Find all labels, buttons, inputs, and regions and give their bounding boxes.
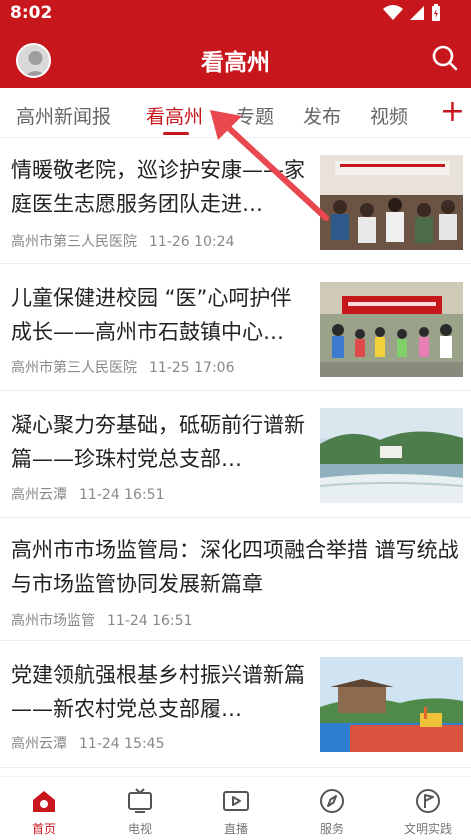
nav-tv[interactable]: 电视 — [110, 787, 170, 837]
news-title: 凝心聚力夯基础，砥砺前行谱新篇——珍珠村党总支部… — [11, 413, 305, 471]
compass-icon — [320, 789, 344, 813]
news-item[interactable]: 党建领航强根基乡村振兴谱新篇——新农村党总支部履… 高州云潭 11-24 15:4… — [0, 642, 471, 768]
nav-home-label: 首页 — [31, 822, 56, 836]
nav-live[interactable]: 直播 — [206, 787, 266, 837]
tab-release[interactable]: 发布 — [303, 102, 341, 129]
news-meta: 高州云潭 11-24 16:51 — [11, 484, 164, 504]
flag-icon — [416, 789, 440, 813]
news-thumbnail — [320, 282, 463, 377]
nav-civilization-practice[interactable]: 文明实践 — [398, 787, 458, 837]
news-item[interactable]: 儿童保健进校园 “医”心呵护伴成长——高州市石鼓镇中心… 高州市第三人民医院 11… — [0, 265, 471, 391]
news-meta: 高州云潭 11-24 15:45 — [11, 733, 164, 753]
status-bar: 8:02 — [0, 0, 471, 26]
news-item[interactable]: 高州市市场监管局：深化四项融合举措 谱写统战与市场监管协同发展新篇章 高州市场监… — [0, 519, 471, 641]
nav-service-label: 服务 — [319, 822, 344, 836]
news-title: 儿童保健进校园 “医”心呵护伴成长——高州市石鼓镇中心… — [11, 286, 292, 344]
news-source: 高州市第三人民医院 — [11, 234, 137, 250]
tab-video[interactable]: 视频 — [370, 102, 408, 129]
home-icon — [33, 791, 55, 812]
search-icon[interactable] — [431, 44, 459, 72]
tv-icon — [128, 788, 152, 813]
news-source: 高州云潭 — [11, 736, 67, 752]
nav-civilization-practice-label: 文明实践 — [403, 822, 452, 836]
news-meta: 高州市场监管 11-24 16:51 — [11, 610, 192, 630]
news-time: 11-25 17:06 — [149, 360, 235, 376]
tab-topics[interactable]: 专题 — [236, 102, 274, 129]
nav-home[interactable]: 首页 — [14, 787, 74, 837]
news-title: 情暖敬老院，巡诊护安康——家庭医生志愿服务团队走进… — [11, 158, 305, 216]
news-item[interactable]: 凝心聚力夯基础，砥砺前行谱新篇——珍珠村党总支部… 高州云潭 11-24 16:5… — [0, 392, 471, 518]
news-time: 11-24 15:45 — [79, 736, 165, 752]
news-time: 11-24 16:51 — [107, 613, 193, 629]
news-time: 11-24 16:51 — [79, 487, 165, 503]
status-time: 8:02 — [10, 3, 53, 23]
bottom-navigation: 首页 电视 直播 服务 文明实践 — [0, 776, 471, 840]
news-meta: 高州市第三人民医院 11-25 17:06 — [11, 357, 234, 377]
news-title: 高州市市场监管局：深化四项融合举措 谱写统战与市场监管协同发展新篇章 — [11, 538, 459, 596]
news-thumbnail — [320, 155, 463, 250]
live-icon — [223, 791, 249, 811]
app-header: 看高州 — [0, 26, 471, 88]
nav-tv-label: 电视 — [127, 822, 152, 836]
channel-tabs: 高州新闻报 看高州 专题 发布 视频 + — [0, 88, 471, 138]
battery-icon — [432, 4, 440, 21]
signal-icon — [410, 6, 424, 20]
news-source: 高州市场监管 — [11, 613, 95, 629]
news-time: 11-26 10:24 — [149, 234, 235, 250]
news-thumbnail — [320, 657, 463, 752]
news-source: 高州市第三人民医院 — [11, 360, 137, 376]
tab-gaozhou-news[interactable]: 高州新闻报 — [16, 102, 111, 129]
page-title: 看高州 — [201, 50, 270, 76]
news-source: 高州云潭 — [11, 487, 67, 503]
news-thumbnail — [320, 408, 463, 503]
active-tab-indicator — [163, 132, 189, 135]
add-channel-icon[interactable]: + — [440, 97, 465, 127]
wifi-icon — [383, 5, 403, 20]
tab-kan-gaozhou[interactable]: 看高州 — [146, 102, 203, 129]
news-title: 党建领航强根基乡村振兴谱新篇——新农村党总支部履… — [11, 663, 305, 721]
top-bar: 8:02 看高州 — [0, 0, 471, 88]
news-item[interactable]: 情暖敬老院，巡诊护安康——家庭医生志愿服务团队走进… 高州市第三人民医院 11-2… — [0, 139, 471, 264]
nav-live-label: 直播 — [223, 822, 248, 836]
status-icons — [383, 4, 441, 22]
nav-service[interactable]: 服务 — [302, 787, 362, 837]
news-meta: 高州市第三人民医院 11-26 10:24 — [11, 231, 234, 251]
